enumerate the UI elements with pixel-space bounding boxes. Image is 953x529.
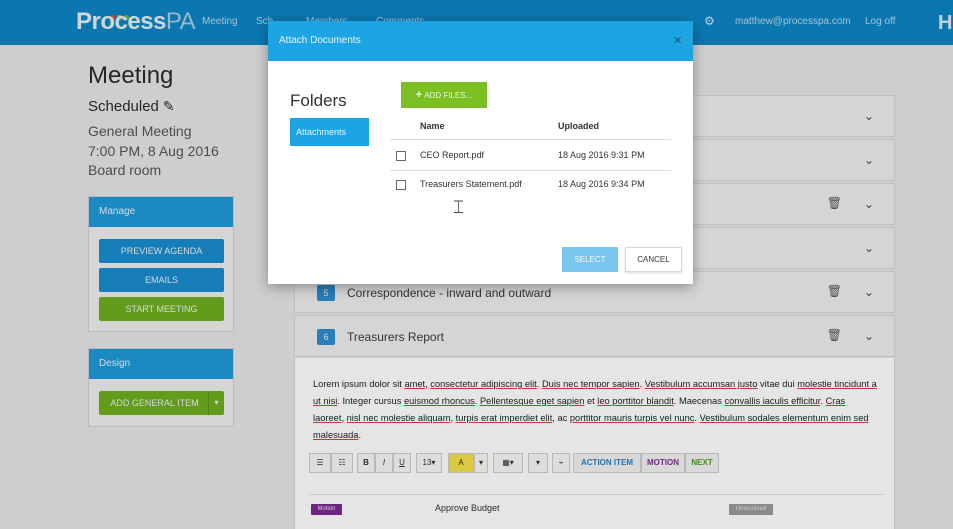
folder-item-attachments[interactable]: Attachments	[290, 118, 369, 146]
file-name: CEO Report.pdf	[420, 150, 485, 160]
file-checkbox[interactable]	[396, 180, 406, 190]
folders-heading: Folders	[290, 91, 347, 110]
file-checkbox[interactable]	[396, 151, 406, 161]
mouse-cursor-icon: ⌶	[453, 197, 464, 217]
dialog-title: Attach Documents	[268, 21, 693, 61]
divider	[390, 139, 671, 140]
add-files-button[interactable]: + ADD FILES...	[401, 82, 487, 108]
column-header-name: Name	[420, 121, 445, 131]
file-row[interactable]: Treasurers Statement.pdf 18 Aug 2016 9:3…	[390, 171, 671, 199]
close-icon[interactable]: ×	[673, 33, 682, 48]
column-header-uploaded: Uploaded	[558, 121, 600, 131]
select-button[interactable]: SELECT	[562, 247, 618, 272]
file-uploaded-date: 18 Aug 2016 9:34 PM	[558, 179, 645, 189]
add-files-label: ADD FILES...	[424, 91, 473, 100]
attach-documents-dialog: Attach Documents × Folders Attachments +…	[268, 21, 693, 284]
plus-icon: +	[415, 89, 423, 101]
file-name: Treasurers Statement.pdf	[420, 179, 522, 189]
file-uploaded-date: 18 Aug 2016 9:31 PM	[558, 150, 645, 160]
cancel-button[interactable]: CANCEL	[625, 247, 682, 272]
file-row[interactable]: CEO Report.pdf 18 Aug 2016 9:31 PM	[390, 142, 671, 170]
